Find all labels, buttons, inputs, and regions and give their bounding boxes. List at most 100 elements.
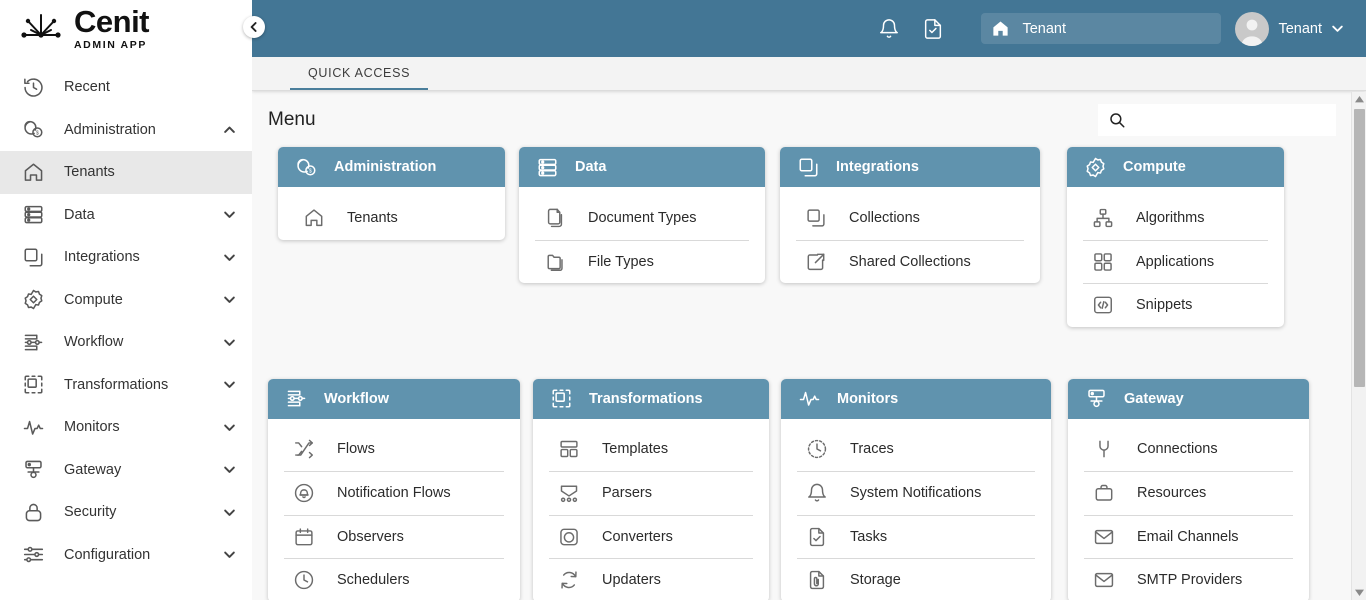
sidebar-item-label: Workflow [64, 334, 124, 351]
scroll-down-button[interactable] [1352, 585, 1366, 600]
card-item-collections[interactable]: Collections [796, 196, 1024, 240]
card-item-resources[interactable]: Resources [1084, 471, 1293, 515]
card-item-label: Snippets [1136, 297, 1193, 314]
card-item-storage[interactable]: Storage [797, 558, 1035, 600]
sidebar-item-data[interactable]: Data [0, 194, 252, 237]
clock-dashed-icon [797, 438, 837, 460]
card-item-document-types[interactable]: Document Types [535, 196, 749, 240]
layout-blocks-icon [549, 438, 589, 460]
card-header: Gateway [1068, 378, 1309, 419]
card-item-label: Flows [337, 441, 375, 458]
card-item-shared-collections[interactable]: Shared Collections [796, 239, 1024, 284]
card-header: Integrations [780, 147, 1040, 187]
sidebar-item-configuration[interactable]: Configuration [0, 534, 252, 577]
tenant-breadcrumb-value: Tenant [1022, 20, 1066, 37]
sidebar-item-label: Configuration [64, 546, 151, 563]
chevron-down-icon[interactable] [220, 506, 238, 519]
card-item-file-types[interactable]: File Types [535, 239, 749, 284]
search-icon [1108, 111, 1126, 129]
card-item-email-channels[interactable]: Email Channels [1084, 514, 1293, 559]
scroll-up-button[interactable] [1352, 92, 1366, 107]
content-header: Menu [252, 92, 1366, 147]
card-item-system-notifications[interactable]: System Notifications [797, 471, 1035, 515]
card-compute: Compute Algorithms Applications Snippets [1067, 147, 1284, 327]
card-item-tenants[interactable]: Tenants [294, 196, 489, 240]
chevron-down-icon[interactable] [220, 293, 238, 306]
sidebar-item-tenants[interactable]: Tenants [0, 151, 252, 194]
sidebar-item-gateway[interactable]: Gateway [0, 449, 252, 492]
card-item-templates[interactable]: Templates [549, 428, 753, 472]
card-header: Monitors [781, 378, 1051, 419]
card-item-traces[interactable]: Traces [797, 428, 1035, 472]
scrollbar-thumb[interactable] [1354, 109, 1365, 387]
card-title: Transformations [589, 390, 703, 407]
card-item-notification-flows[interactable]: Notification Flows [284, 471, 504, 515]
card-item-connections[interactable]: Connections [1084, 428, 1293, 472]
card-item-snippets[interactable]: Snippets [1083, 283, 1268, 327]
tab-bar: QUICK ACCESS [252, 57, 1366, 91]
pulse-icon [781, 387, 837, 410]
sidebar-item-recent[interactable]: Recent [0, 66, 252, 109]
sidebar-collapse-button[interactable] [243, 16, 265, 38]
vertical-scrollbar[interactable] [1351, 92, 1366, 600]
card-item-label: Storage [850, 572, 901, 589]
card-row-1: $ Administration Tenants Data Document Types… [268, 147, 1350, 327]
card-item-schedulers[interactable]: Schedulers [284, 558, 504, 600]
search-input[interactable] [1136, 111, 1326, 128]
chevron-down-icon[interactable] [220, 463, 238, 476]
sidebar-item-security[interactable]: Security [0, 491, 252, 534]
chevron-down-icon[interactable] [220, 421, 238, 434]
workflow-sliders-icon [268, 387, 324, 410]
envelope-icon [1084, 569, 1124, 591]
card-item-observers[interactable]: Observers [284, 514, 504, 559]
notifications-button[interactable] [867, 7, 911, 51]
card-item-label: Collections [849, 209, 920, 226]
sidebar-item-label: Tenants [64, 164, 115, 181]
sidebar-item-administration[interactable]: $ Administration [0, 109, 252, 152]
card-item-algorithms[interactable]: Algorithms [1083, 196, 1268, 240]
search-box[interactable] [1098, 103, 1336, 136]
gateway-node-icon [1068, 387, 1124, 410]
card-item-parsers[interactable]: Parsers [549, 471, 753, 515]
sidebar-item-label: Administration [64, 121, 156, 138]
chevron-down-icon[interactable] [220, 336, 238, 349]
card-item-label: Updaters [602, 572, 661, 589]
chevron-up-icon[interactable] [220, 123, 238, 136]
tenant-breadcrumb-field[interactable]: Tenant [981, 13, 1222, 44]
card-header: Workflow [268, 378, 520, 419]
card-item-label: Algorithms [1136, 209, 1205, 226]
sidebar-item-monitors[interactable]: Monitors [0, 406, 252, 449]
brand-logo-area[interactable]: Cenit ADMIN APP [0, 0, 252, 58]
card-item-converters[interactable]: Converters [549, 514, 753, 559]
cenit-logo-icon [18, 9, 64, 49]
card-title: Gateway [1124, 390, 1184, 407]
sitemap-icon [1083, 207, 1123, 229]
card-item-label: Schedulers [337, 572, 410, 589]
card-header: $ Administration [278, 147, 505, 187]
chevron-down-icon[interactable] [220, 548, 238, 561]
chevron-down-icon[interactable] [220, 251, 238, 264]
card-item-tasks[interactable]: Tasks [797, 514, 1035, 559]
tab-quick-access[interactable]: QUICK ACCESS [290, 57, 429, 90]
card-item-smtp-providers[interactable]: SMTP Providers [1084, 558, 1293, 600]
sidebar-item-transformations[interactable]: Transformations [0, 364, 252, 407]
card-item-updaters[interactable]: Updaters [549, 558, 753, 600]
home-icon [22, 161, 56, 184]
card-body: Collections Shared Collections [780, 187, 1040, 283]
chevron-down-icon[interactable] [220, 208, 238, 221]
card-title: Workflow [324, 390, 389, 407]
tasks-button[interactable] [911, 7, 955, 51]
chevron-down-icon[interactable] [220, 378, 238, 391]
folder-copy-icon [535, 251, 575, 273]
card-item-applications[interactable]: Applications [1083, 239, 1268, 284]
card-item-label: Resources [1137, 485, 1207, 502]
sidebar-item-label: Monitors [64, 419, 120, 436]
document-copy-icon [535, 207, 575, 229]
sidebar-item-workflow[interactable]: Workflow [0, 321, 252, 364]
card-integrations: Integrations Collections Shared Collection… [780, 147, 1040, 283]
admin-shield-icon: $ [278, 156, 334, 179]
sidebar-item-compute[interactable]: Compute [0, 279, 252, 322]
sidebar-item-integrations[interactable]: Integrations [0, 236, 252, 279]
card-item-flows[interactable]: Flows [284, 428, 504, 472]
user-menu[interactable]: Tenant [1235, 11, 1344, 46]
